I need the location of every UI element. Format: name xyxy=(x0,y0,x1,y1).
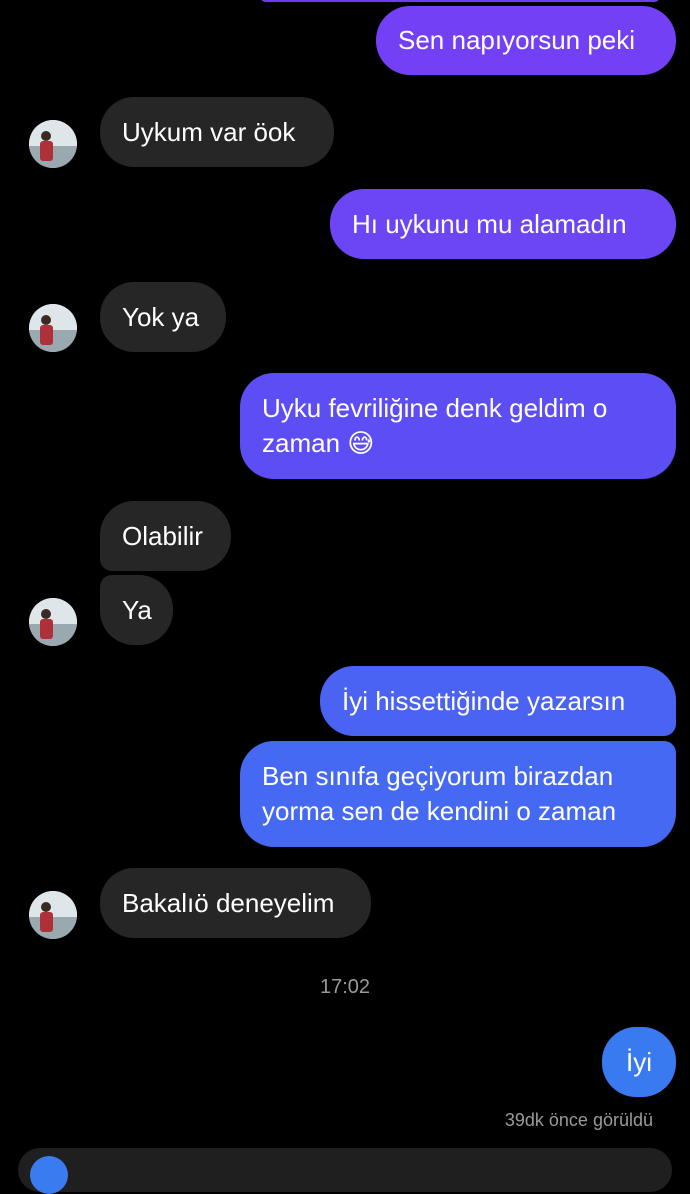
message-text: Yok ya xyxy=(122,301,200,332)
previous-message-bubble xyxy=(260,0,660,2)
contact-avatar[interactable] xyxy=(29,304,77,352)
message-text: İyi hissettiğinde yazarsın xyxy=(342,685,626,716)
message-outgoing[interactable]: İyi hissettiğinde yazarsın xyxy=(320,666,676,736)
message-outgoing[interactable]: Uyku fevriliğine denk geldim o zaman 😅 xyxy=(240,373,676,479)
message-incoming[interactable]: Uykum var öok xyxy=(100,97,334,167)
message-text: Uykum var öok xyxy=(122,116,296,147)
message-incoming[interactable]: Olabilir xyxy=(100,501,231,571)
seen-status: 39dk önce görüldü xyxy=(504,1110,653,1130)
contact-avatar[interactable] xyxy=(29,120,77,168)
message-composer[interactable] xyxy=(18,1148,672,1194)
message-outgoing[interactable]: Sen napıyorsun peki xyxy=(376,6,676,75)
message-timestamp: 17:02 xyxy=(319,976,371,998)
message-incoming[interactable]: Bakalıö deneyelim xyxy=(100,868,371,938)
contact-avatar[interactable] xyxy=(29,891,77,939)
message-outgoing[interactable]: Ben sınıfa geçiyorum birazdan yorma sen … xyxy=(240,741,676,847)
message-text: Sen napıyorsun peki xyxy=(398,25,636,55)
message-text: İyi xyxy=(626,1046,652,1077)
message-text: Uyku fevriliğine denk geldim o zaman 😅 xyxy=(262,393,608,459)
message-text: Bakalıö deneyelim xyxy=(122,887,335,918)
message-incoming[interactable]: Yok ya xyxy=(100,282,226,352)
message-text: Ya xyxy=(122,594,152,625)
contact-avatar[interactable] xyxy=(29,598,77,646)
message-incoming[interactable]: Ya xyxy=(100,575,173,645)
camera-icon[interactable] xyxy=(30,1156,68,1194)
message-text: Hı uykunu mu alamadın xyxy=(352,208,627,239)
message-text: Ben sınıfa geçiyorum birazdan yorma sen … xyxy=(262,761,617,826)
sweat-smile-emoji: 😅 xyxy=(347,429,375,459)
message-outgoing[interactable]: İyi xyxy=(602,1027,676,1097)
message-outgoing[interactable]: Hı uykunu mu alamadın xyxy=(330,189,676,259)
message-text: Olabilir xyxy=(122,520,203,551)
